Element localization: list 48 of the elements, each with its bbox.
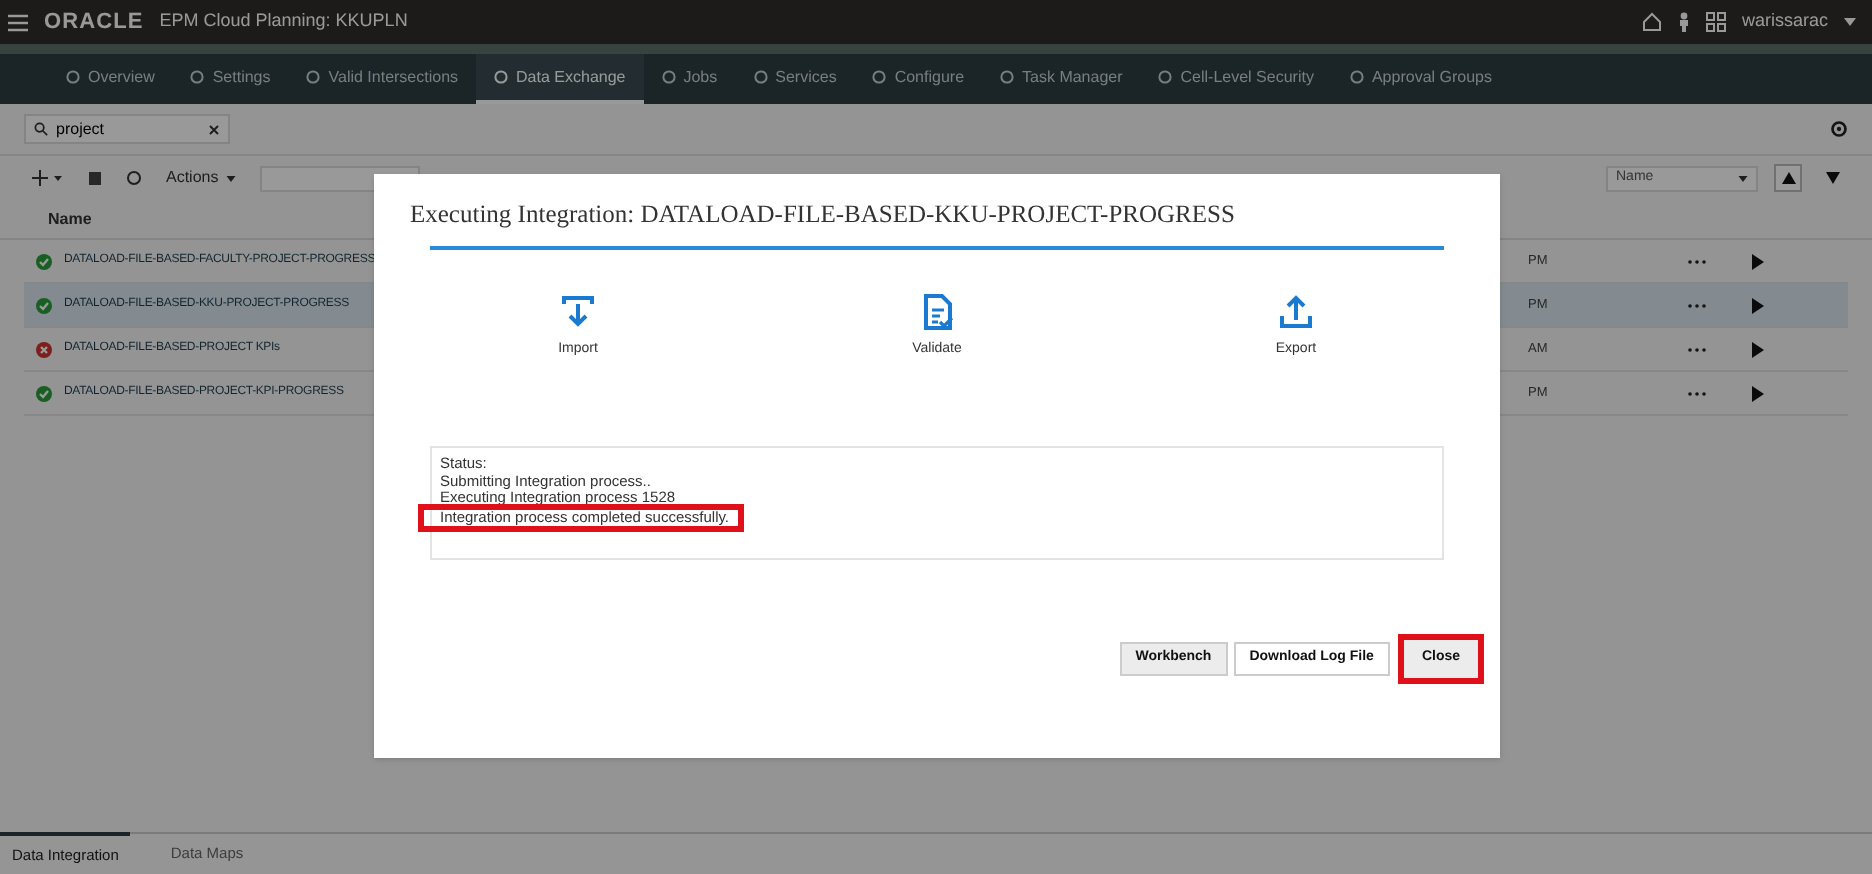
- nav-tab[interactable]: Settings: [172, 54, 289, 104]
- add-icon[interactable]: [32, 170, 64, 186]
- nav-tab[interactable]: Configure: [854, 54, 983, 104]
- tab-circle-icon: [1349, 70, 1364, 84]
- triangle-up-icon: [1781, 172, 1795, 184]
- tab-circle-icon: [66, 70, 80, 84]
- caret-icon[interactable]: [226, 175, 237, 181]
- search-icon: [34, 122, 48, 136]
- column-header: Name: [48, 207, 92, 231]
- run-icon[interactable]: [1752, 385, 1764, 401]
- menu-icon[interactable]: [8, 13, 28, 31]
- tab-circle-icon: [190, 70, 205, 84]
- tab-circle-icon: [306, 70, 321, 84]
- run-icon[interactable]: [1752, 341, 1764, 357]
- tab-circle-icon: [753, 70, 768, 84]
- nav-tab[interactable]: Valid Intersections: [288, 54, 477, 104]
- tab-circle-icon: [1000, 70, 1015, 84]
- nav-tab[interactable]: Overview: [48, 54, 173, 104]
- user-menu[interactable]: warissarac: [1741, 8, 1828, 36]
- nav-tab[interactable]: Cell-Level Security: [1140, 54, 1332, 104]
- clear-icon[interactable]: [208, 123, 220, 135]
- settings-icon[interactable]: [1830, 120, 1848, 138]
- caret-icon[interactable]: [1844, 18, 1856, 26]
- run-icon[interactable]: [1752, 297, 1764, 313]
- tab-circle-icon: [494, 70, 509, 84]
- nav-tab[interactable]: Jobs: [643, 54, 736, 104]
- grid-icon[interactable]: [1705, 12, 1726, 32]
- tab-circle-icon: [661, 70, 676, 84]
- search-field[interactable]: project: [24, 114, 230, 144]
- actions-menu[interactable]: Actions: [166, 166, 219, 190]
- nav-tab[interactable]: Data Exchange: [476, 54, 644, 104]
- document-check-icon: [919, 294, 955, 330]
- nav-tab[interactable]: Services: [735, 54, 855, 104]
- download-tray-icon: [560, 294, 596, 330]
- sort-descending-icon[interactable]: [1826, 172, 1840, 184]
- nav-tab[interactable]: Approval Groups: [1331, 54, 1510, 104]
- dialog-title: Executing Integration: DATALOAD-FILE-BASED-KKU-PROJECT-PROGRESS: [408, 198, 1237, 232]
- tab-circle-icon: [1158, 70, 1173, 84]
- upload-tray-icon: [1278, 294, 1314, 330]
- brand-logo: ORACLE: [44, 7, 144, 38]
- app-title: EPM Cloud Planning: KKUPLN: [159, 8, 408, 35]
- home-icon[interactable]: [1641, 12, 1662, 32]
- run-icon[interactable]: [1752, 253, 1764, 269]
- sort-ascending-button[interactable]: [1774, 164, 1802, 192]
- nav-tab[interactable]: Task Manager: [982, 54, 1141, 104]
- tab-circle-icon: [872, 70, 887, 84]
- person-icon[interactable]: [1677, 12, 1690, 32]
- caret-icon: [1738, 175, 1748, 181]
